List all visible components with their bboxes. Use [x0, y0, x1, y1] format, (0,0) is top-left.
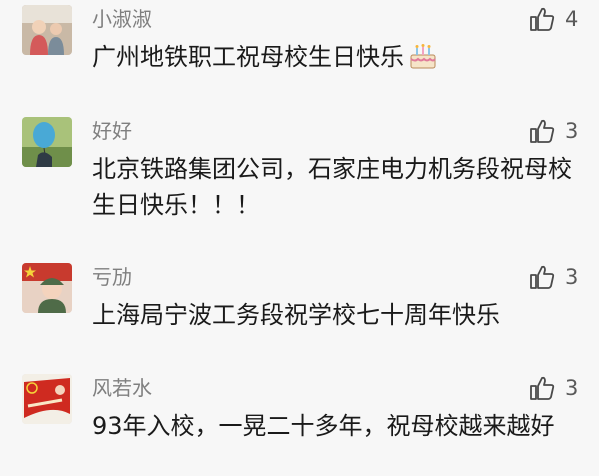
thumbs-up-icon: [530, 119, 555, 143]
cake-icon: [410, 44, 436, 69]
like-count: 4: [565, 7, 579, 31]
avatar[interactable]: [22, 263, 72, 313]
comment-nickname: 风若水: [92, 376, 152, 400]
avatar[interactable]: [22, 374, 72, 424]
comment-text: 广州地铁职工祝母校生日快乐: [92, 39, 572, 75]
avatar-photo-icon: [22, 5, 72, 55]
comment-nickname: 好好: [92, 119, 132, 143]
like-button[interactable]: 3: [529, 117, 579, 145]
thumbs-up-icon: [530, 265, 555, 289]
comment-text: 北京铁路集团公司，石家庄电力机务段祝母校生日快乐！！！: [92, 155, 572, 219]
comment-nickname: 小淑淑: [92, 7, 152, 31]
like-button[interactable]: 4: [529, 5, 579, 33]
like-button[interactable]: 3: [529, 374, 579, 402]
like-button[interactable]: 3: [529, 263, 579, 291]
avatar-red-banner-icon: [22, 374, 72, 424]
comment-nickname: 亏劢: [92, 265, 132, 289]
avatar[interactable]: [22, 5, 72, 55]
avatar[interactable]: [22, 117, 72, 167]
thumbs-up-icon: [530, 7, 555, 31]
avatar-red-star-icon: [22, 263, 72, 313]
like-count: 3: [565, 376, 579, 400]
comment-text: 上海局宁波工务段祝学校七十周年快乐: [92, 301, 500, 329]
comment-text: 93年入校，一晃二十多年，祝母校越来越好: [92, 412, 555, 440]
like-count: 3: [565, 119, 579, 143]
like-count: 3: [565, 265, 579, 289]
avatar-balloon-icon: [22, 117, 72, 167]
comment-list: 小淑淑 4 广州地铁职工祝母校生日快乐 好好 3 北京铁路集团公司，石家庄电力机…: [0, 0, 599, 476]
thumbs-up-icon: [530, 376, 555, 400]
